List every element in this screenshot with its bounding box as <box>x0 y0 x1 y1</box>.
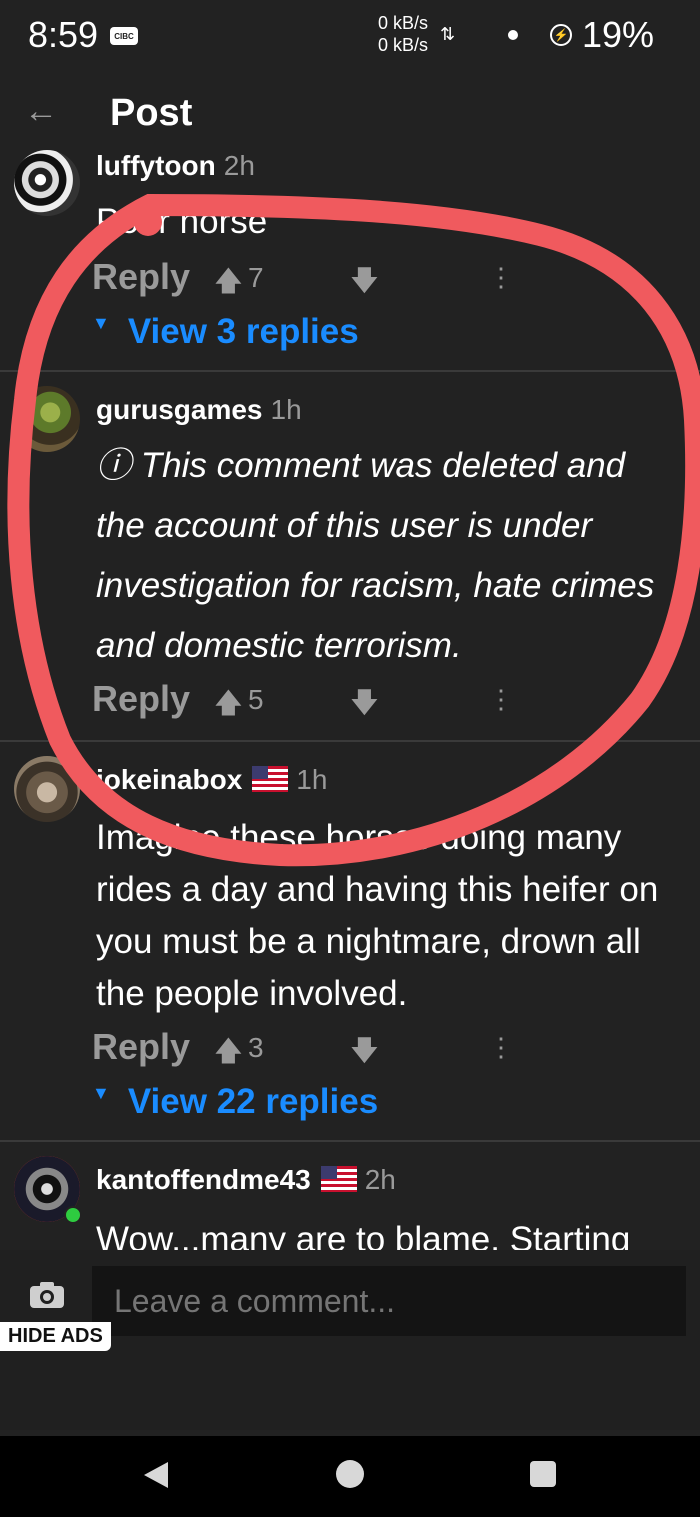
vote-count: 3 <box>248 1032 264 1063</box>
us-flag-icon <box>320 1166 357 1192</box>
comment-text: Wow...many are to blame. Starting <box>96 1220 631 1250</box>
comment-bar: HIDE ADS <box>0 1250 700 1430</box>
nav-recents-icon[interactable] <box>530 1461 556 1487</box>
chevron-down-icon: ▼ <box>92 313 110 333</box>
camera-icon[interactable] <box>28 1280 66 1310</box>
vote-count: 5 <box>248 684 264 715</box>
more-options-icon[interactable]: ⋮ <box>488 262 514 293</box>
divider <box>0 1140 700 1142</box>
system-navigation-bar <box>0 1436 700 1517</box>
us-flag-icon <box>252 766 289 792</box>
divider <box>0 370 700 372</box>
upvote-icon[interactable]: 🡅 <box>214 260 243 308</box>
comment-actions: Reply 🡅 5 🡇 ⋮ <box>92 678 514 726</box>
nav-back-icon[interactable] <box>142 1460 170 1490</box>
comment-actions: Reply 🡅 7 🡇 ⋮ <box>92 256 514 304</box>
username[interactable]: luffytoon <box>96 150 216 181</box>
avatar[interactable] <box>14 150 80 216</box>
comment-input[interactable] <box>92 1266 686 1336</box>
notification-dot-icon <box>508 30 518 40</box>
back-arrow-icon[interactable]: ← <box>24 92 58 131</box>
more-options-icon[interactable]: ⋮ <box>488 1032 514 1063</box>
upvote-icon[interactable]: 🡅 <box>214 1030 243 1078</box>
comment-time: 1h <box>270 394 302 425</box>
username[interactable]: kantoffendme43 <box>96 1164 311 1195</box>
vote-count: 7 <box>248 262 264 293</box>
comment-author[interactable]: kantoffendme43 2h <box>96 1164 396 1196</box>
downvote-icon[interactable]: 🡇 <box>350 682 379 730</box>
view-replies-button[interactable]: ▼ View 22 replies <box>92 1082 378 1122</box>
clock: 8:59 <box>28 14 99 55</box>
comment-text: Imagine these horses doing many rides a … <box>96 818 659 1013</box>
comment-item: gurusgames 1h ⓘ This comment was deleted … <box>0 386 700 738</box>
view-replies-label: View 3 replies <box>127 312 359 351</box>
network-speed: 0 kB/s 0 kB/s <box>378 12 428 56</box>
comment-item: kantoffendme43 2h Wow...many are to blame… <box>0 1156 700 1250</box>
chevron-down-icon: ▼ <box>92 1083 110 1103</box>
comment-actions: Reply 🡅 3 🡇 ⋮ <box>92 1026 514 1074</box>
username[interactable]: gurusgames <box>96 394 263 425</box>
status-bar: 8:59 CIBC 0 kB/s 0 kB/s ⇅ ⚡ 19% <box>0 0 700 72</box>
avatar[interactable] <box>14 386 80 452</box>
net-down-speed: 0 kB/s <box>378 35 429 55</box>
carrier-icon: CIBC <box>110 27 138 45</box>
reply-button[interactable]: Reply <box>92 1026 190 1068</box>
view-replies-label: View 22 replies <box>127 1082 379 1121</box>
battery-percentage: 19% <box>582 14 655 55</box>
avatar[interactable] <box>14 756 80 822</box>
reply-button[interactable]: Reply <box>92 256 190 298</box>
comment-item: luffytoon 2h Poor horse Reply 🡅 7 🡇 ⋮ ▼ Vi… <box>0 148 700 370</box>
comment-item: jokeinabox 1h Imagine these horses doing … <box>0 756 700 1140</box>
comment-time: 2h <box>223 150 255 181</box>
net-up-speed: 0 kB/s <box>378 13 429 33</box>
comment-author[interactable]: luffytoon 2h <box>96 150 255 182</box>
comment-time: 2h <box>364 1164 396 1195</box>
upvote-icon[interactable]: 🡅 <box>214 682 243 730</box>
username[interactable]: jokeinabox <box>96 764 242 795</box>
hide-ads-button[interactable]: HIDE ADS <box>0 1322 111 1351</box>
app-bar: ← Post <box>0 80 700 144</box>
comment-text: Poor horse <box>96 202 268 241</box>
comment-time: 1h <box>296 764 328 795</box>
comment-author[interactable]: gurusgames 1h <box>96 394 302 426</box>
reply-button[interactable]: Reply <box>92 678 190 720</box>
nav-home-icon[interactable] <box>336 1460 364 1488</box>
online-status-icon <box>64 1206 82 1224</box>
page-title: Post <box>110 92 193 134</box>
comment-author[interactable]: jokeinabox 1h <box>96 764 327 796</box>
downvote-icon[interactable]: 🡇 <box>350 1030 379 1078</box>
view-replies-button[interactable]: ▼ View 3 replies <box>92 312 359 352</box>
deleted-comment-text: ⓘ This comment was deleted and the accou… <box>96 446 655 665</box>
downvote-icon[interactable]: 🡇 <box>350 260 379 308</box>
divider <box>0 740 700 742</box>
data-transfer-icon: ⇅ <box>440 24 456 44</box>
more-options-icon[interactable]: ⋮ <box>488 684 514 715</box>
battery-saver-icon: ⚡ <box>550 24 572 46</box>
